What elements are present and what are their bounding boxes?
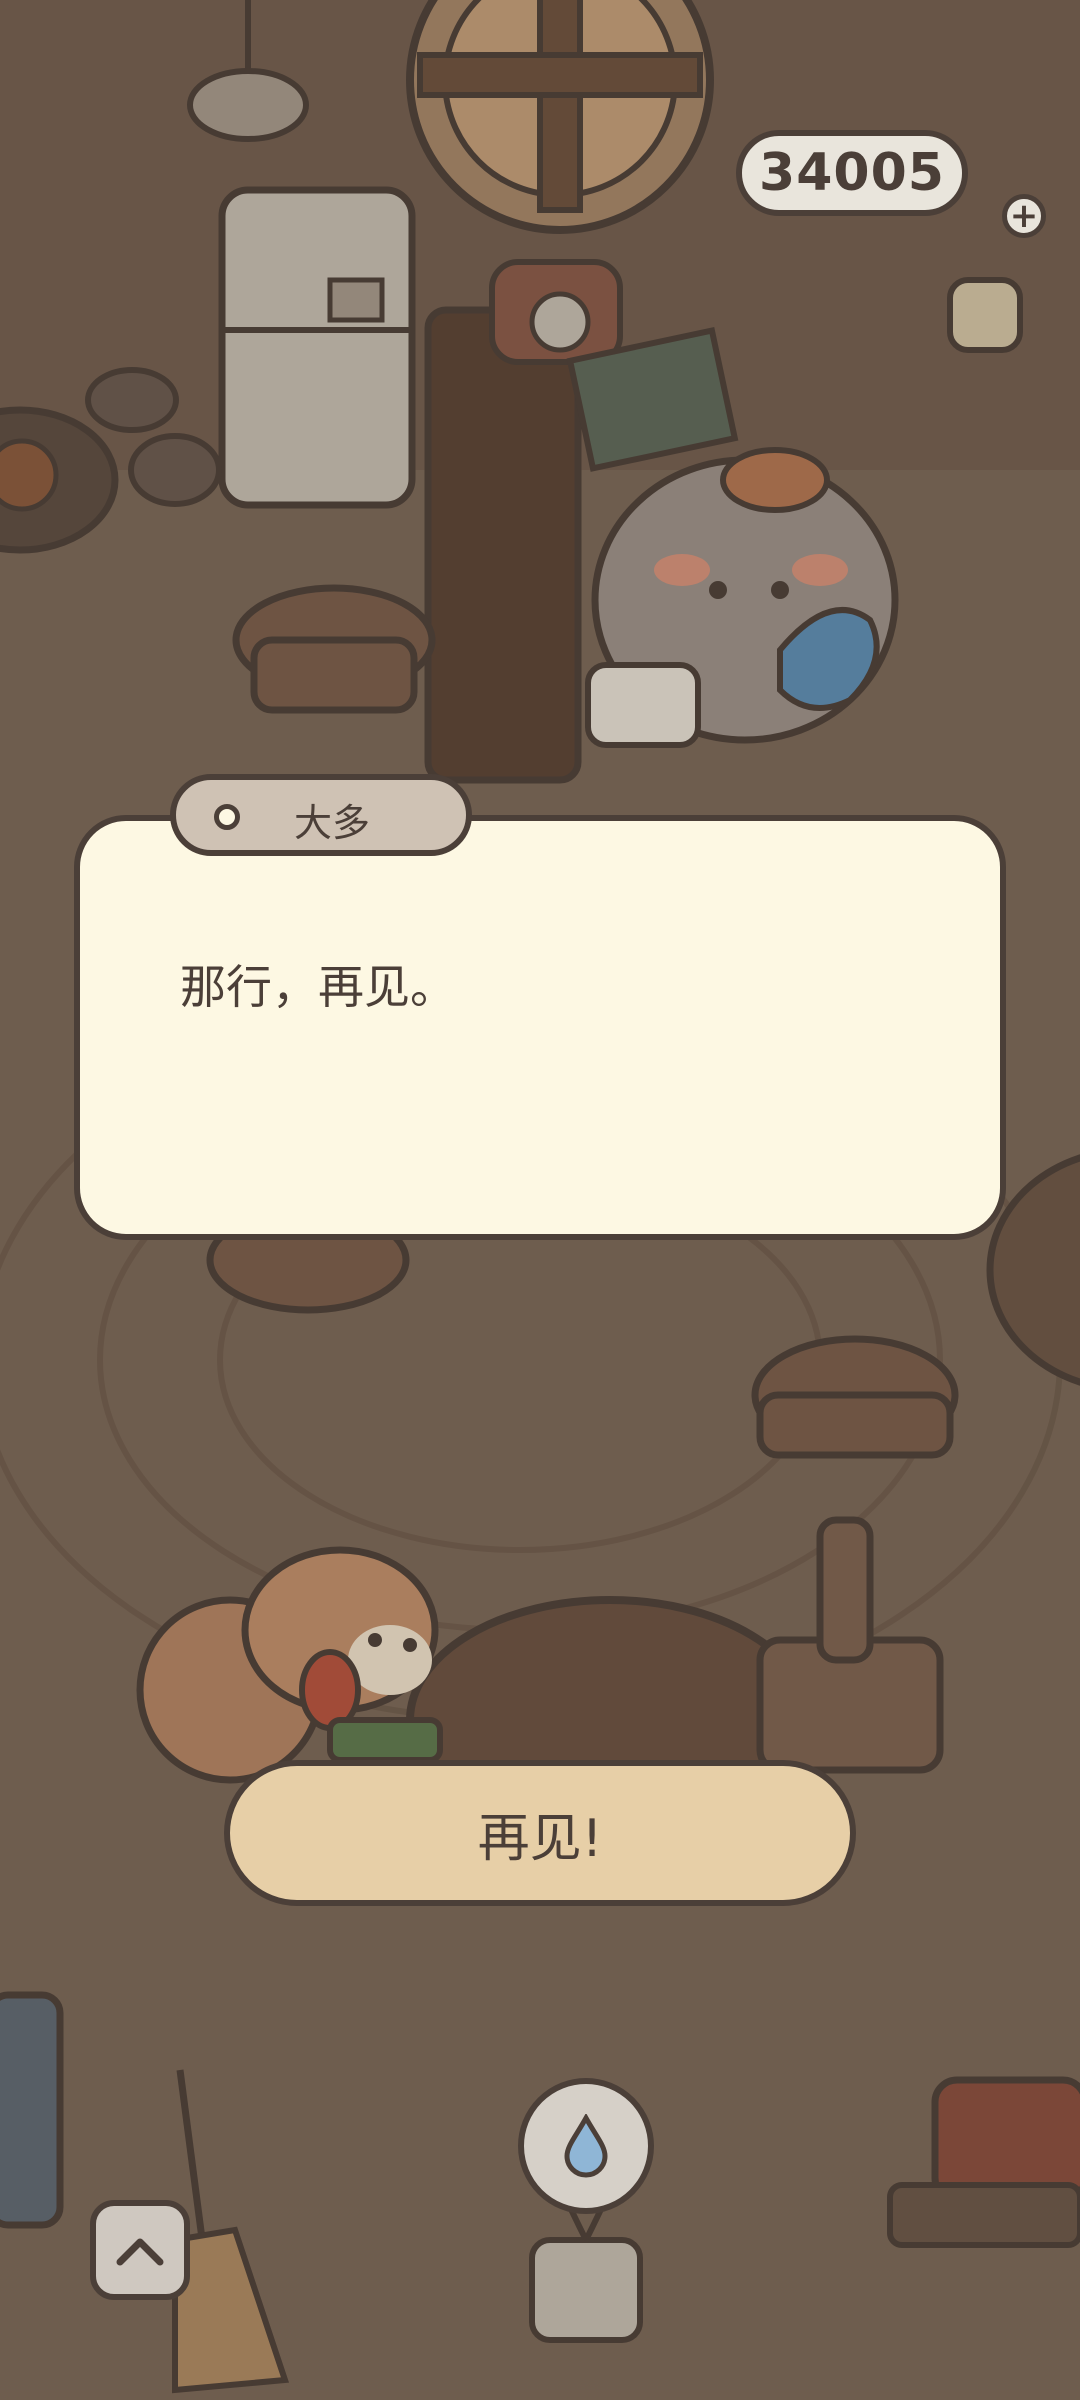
expand-menu-button[interactable] <box>90 2200 190 2300</box>
reply-option-button[interactable]: 再见! <box>224 1760 856 1906</box>
chevron-up-icon <box>116 2238 164 2266</box>
currency-badge: 34005 <box>736 130 968 216</box>
dialog-text: 那行，再见。 <box>180 960 456 1014</box>
dialog-box[interactable]: 那行，再见。 <box>74 815 1006 1240</box>
reply-option-label: 再见! <box>477 1808 603 1869</box>
speaker-name-tag: 大多 <box>170 774 472 856</box>
water-drop-icon <box>564 2114 608 2178</box>
name-tag-dot-icon <box>214 804 240 830</box>
speaker-name: 大多 <box>294 801 371 845</box>
currency-value: 34005 <box>759 143 945 203</box>
plant-water-need-bubble[interactable] <box>518 2078 654 2214</box>
plus-icon: + <box>1009 196 1039 236</box>
add-currency-button[interactable]: + <box>1002 194 1046 238</box>
